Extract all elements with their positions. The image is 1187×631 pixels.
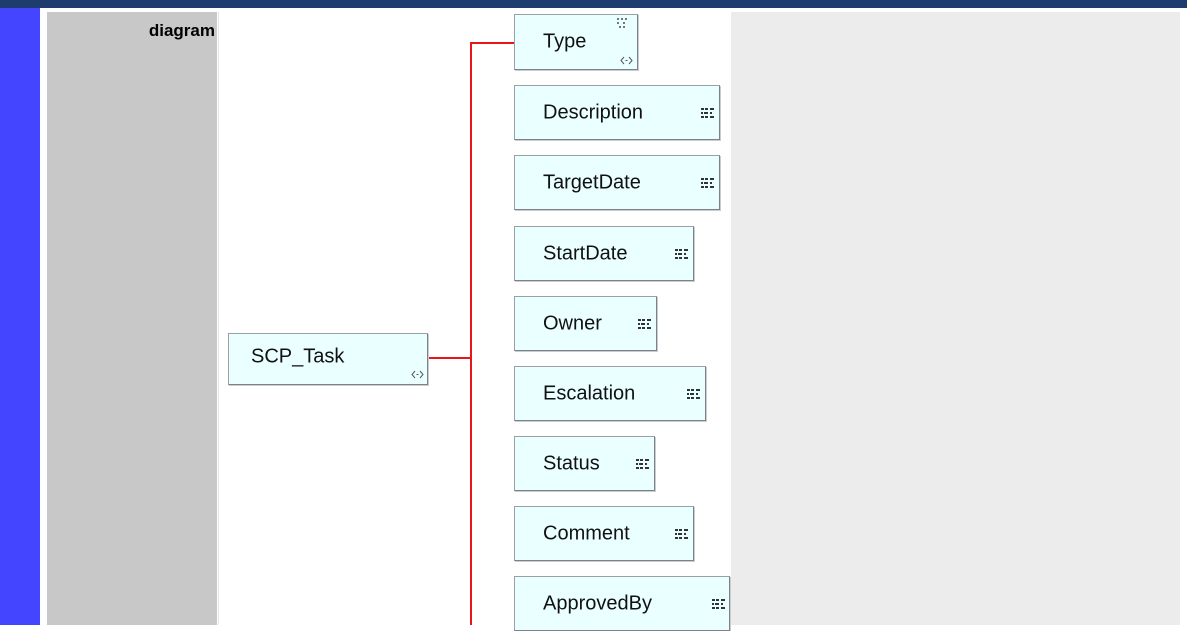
element-node-label: Comment bbox=[543, 522, 630, 544]
element-node-label: StartDate bbox=[543, 242, 628, 264]
root-node[interactable]: SCP_Task bbox=[228, 333, 428, 385]
element-node-label: Type bbox=[543, 30, 587, 53]
row-label-cell: diagram bbox=[47, 12, 217, 625]
root-node-label: SCP_Task bbox=[251, 345, 345, 367]
element-node-owner[interactable]: Owner bbox=[514, 296, 657, 351]
element-icon bbox=[687, 388, 700, 399]
element-icon bbox=[675, 248, 688, 259]
element-node-startdate[interactable]: StartDate bbox=[514, 226, 694, 281]
element-node-escalation[interactable]: Escalation bbox=[514, 366, 706, 421]
element-icon bbox=[701, 107, 714, 118]
element-icon bbox=[636, 458, 649, 469]
element-node-label: Escalation bbox=[543, 382, 636, 404]
element-node-targetdate[interactable]: TargetDate bbox=[514, 155, 720, 210]
top-bar bbox=[0, 0, 1187, 8]
element-node-label: ApprovedBy bbox=[543, 592, 652, 614]
description-cell bbox=[731, 12, 1180, 625]
row-label: diagram bbox=[148, 21, 215, 40]
element-icon bbox=[675, 528, 688, 539]
element-node-approvedby[interactable]: ApprovedBy bbox=[514, 576, 730, 631]
element-node-label: Description bbox=[543, 101, 644, 123]
complex-type-icon bbox=[620, 56, 633, 65]
element-node-status[interactable]: Status bbox=[514, 436, 655, 491]
element-icon bbox=[701, 177, 714, 188]
element-icon bbox=[638, 318, 651, 329]
tree-trunk bbox=[470, 42, 472, 625]
element-node-label: Owner bbox=[543, 312, 602, 334]
element-node-type[interactable]: Type bbox=[514, 14, 638, 70]
element-node-description[interactable]: Description bbox=[514, 85, 720, 140]
attribute-icon bbox=[617, 18, 627, 28]
element-icon bbox=[712, 598, 725, 609]
branch-type bbox=[470, 42, 515, 44]
element-node-comment[interactable]: Comment bbox=[514, 506, 694, 561]
element-node-label: TargetDate bbox=[543, 171, 641, 193]
left-stripe bbox=[0, 8, 40, 625]
element-node-label: Status bbox=[543, 452, 600, 474]
root-connector bbox=[428, 357, 471, 359]
complex-type-icon bbox=[411, 370, 424, 379]
